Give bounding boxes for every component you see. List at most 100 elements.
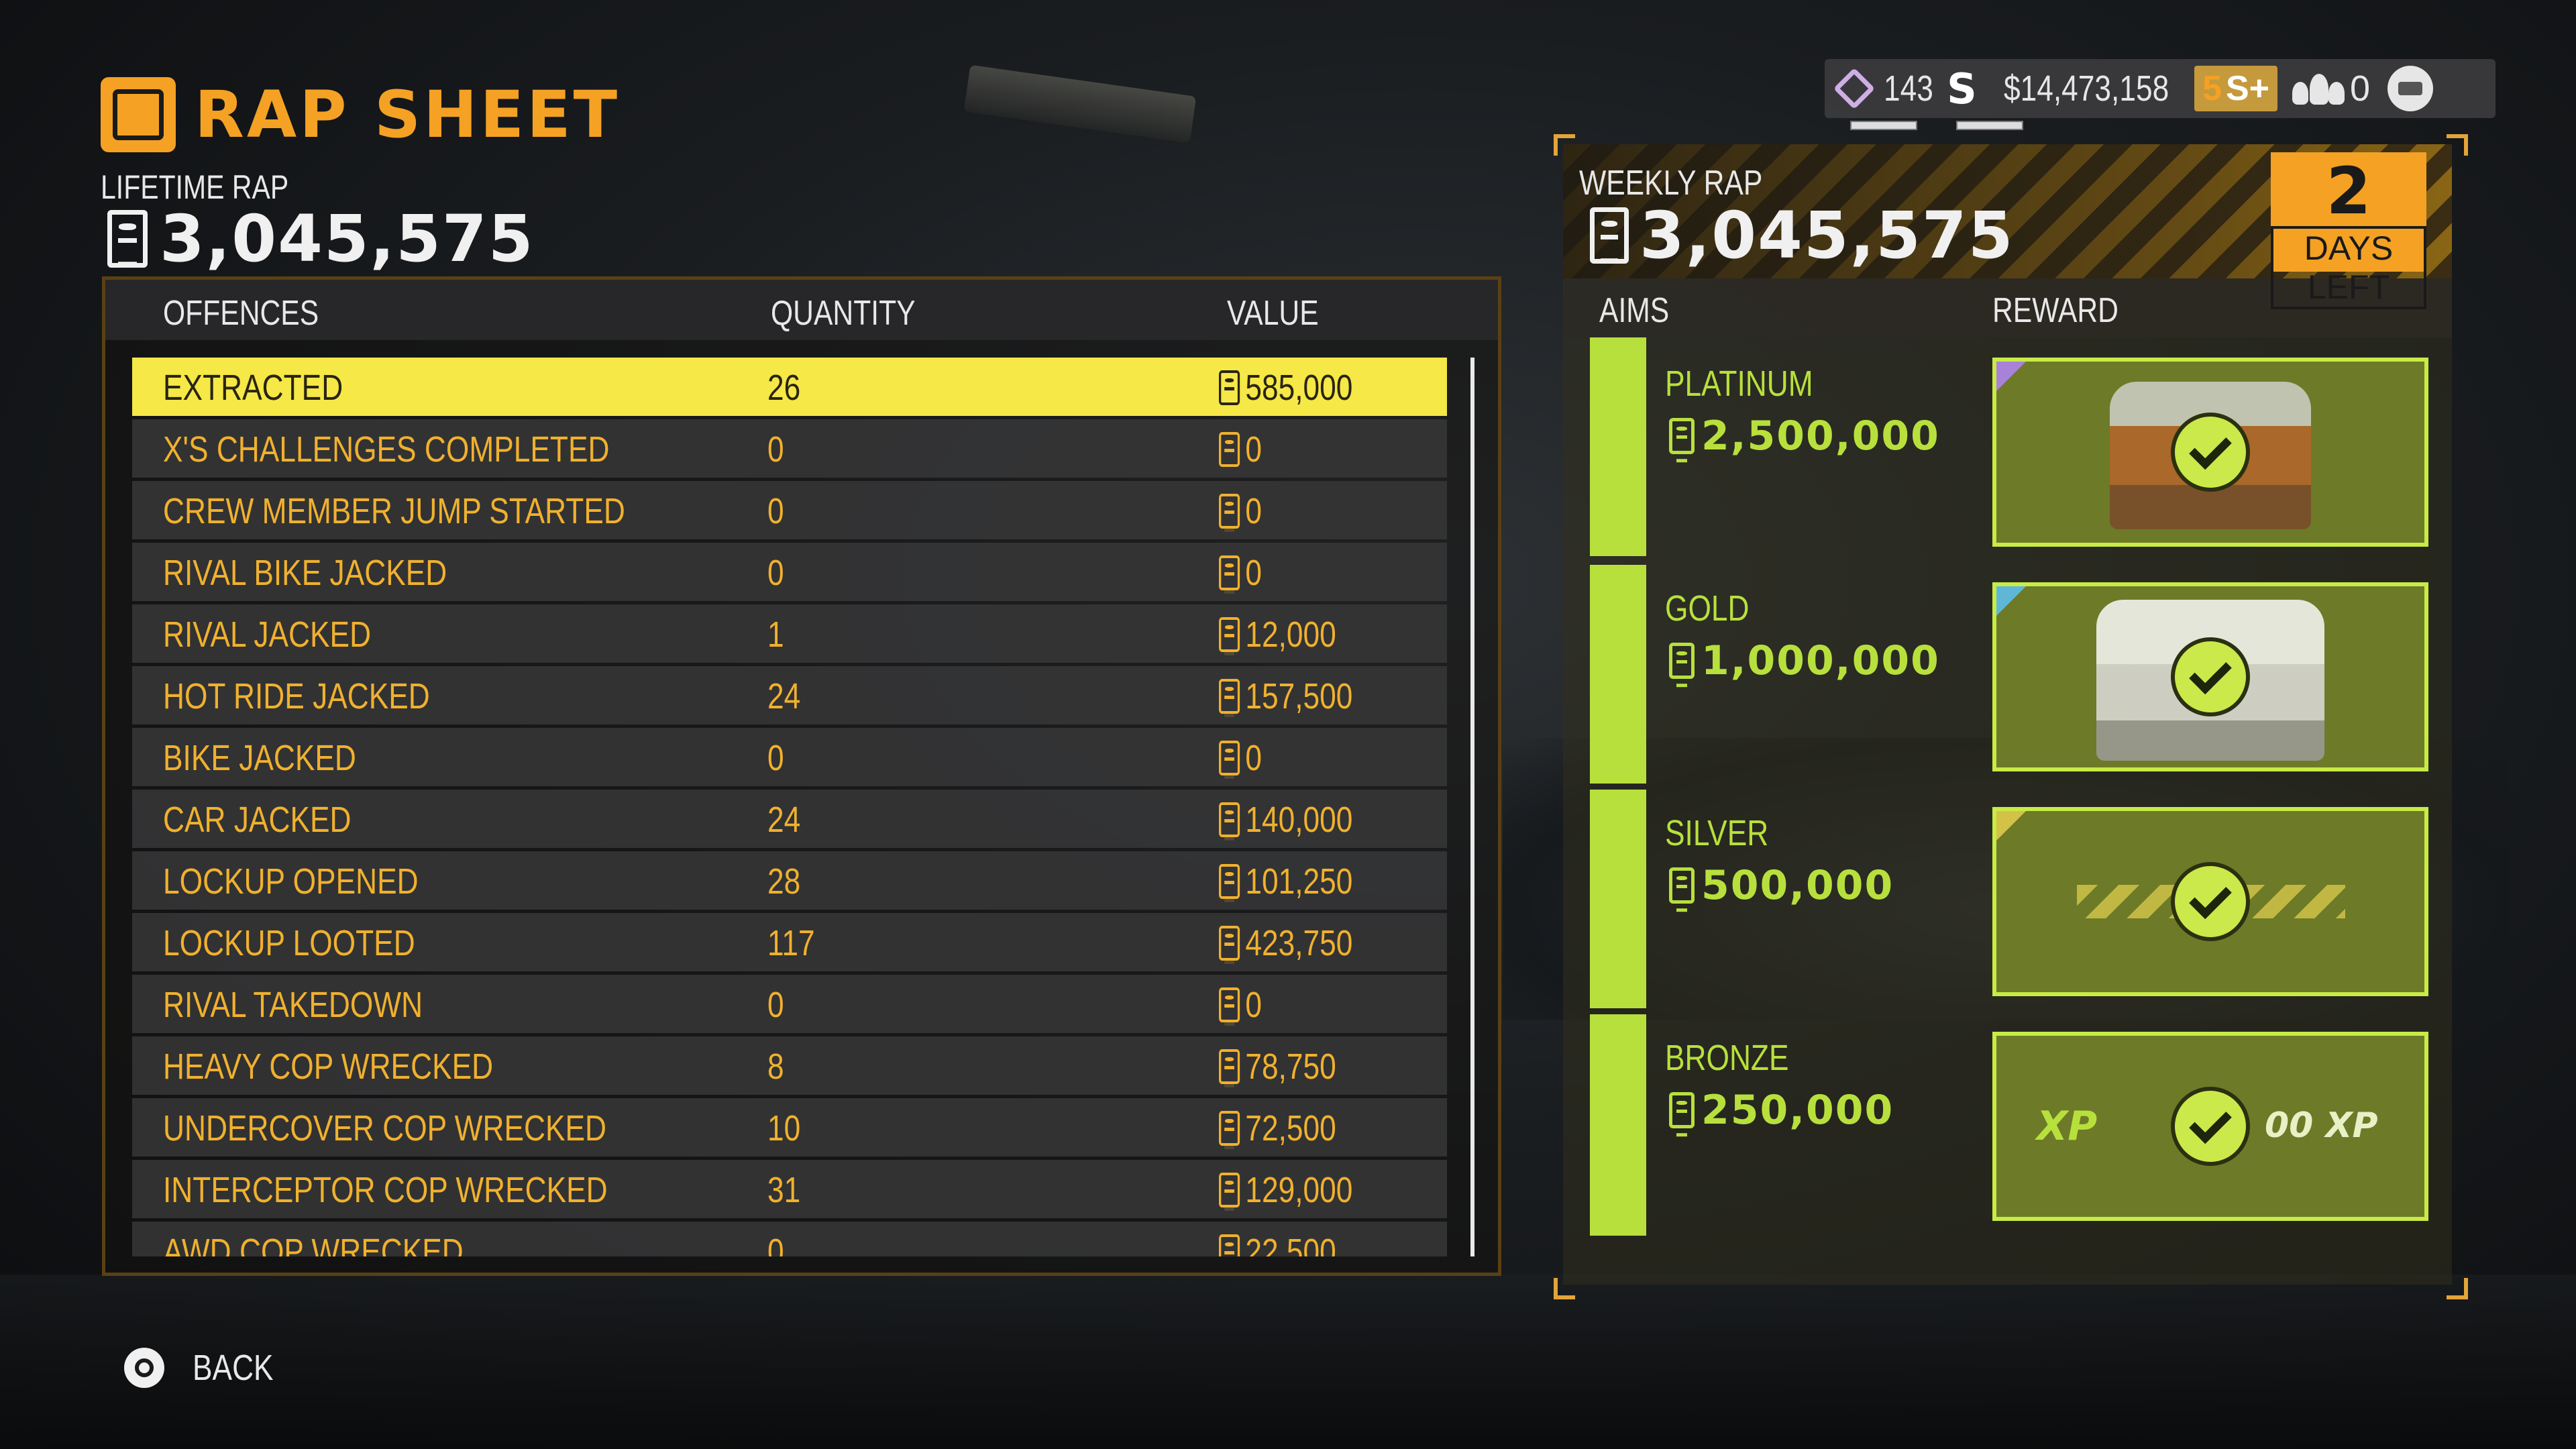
weekly-rap-number: 3,045,575 xyxy=(1640,198,2015,273)
offence-name: X'S CHALLENGES COMPLETED xyxy=(163,429,610,470)
offence-value: 22,500 xyxy=(1245,1232,1336,1256)
offence-name: CAR JACKED xyxy=(163,800,352,840)
offence-name: LOCKUP OPENED xyxy=(163,861,419,902)
level-rank: S+ xyxy=(2225,69,2270,108)
gems-counter: 143 xyxy=(1833,67,1944,110)
offence-value-cell: 140,000 xyxy=(1219,799,1352,841)
tier-name: BRONZE xyxy=(1665,1038,1789,1078)
offence-quantity: 28 xyxy=(767,861,801,902)
cash-counter: S $14,473,158 xyxy=(1947,64,2205,113)
rap-icon xyxy=(1219,494,1240,529)
tier-reward-card[interactable]: XP 00 XP xyxy=(1992,1032,2428,1221)
offences-column-header: OFFENCES xyxy=(163,294,319,333)
rap-icon xyxy=(1219,926,1240,961)
tier-reward-card[interactable] xyxy=(1992,358,2428,547)
rap-icon xyxy=(1219,1049,1240,1084)
offence-quantity: 0 xyxy=(767,553,784,593)
rarity-corner xyxy=(1996,811,2026,841)
checkmark-icon xyxy=(2171,862,2250,941)
offence-row[interactable]: HOT RIDE JACKED 24 157,500 xyxy=(132,666,1447,724)
offence-row[interactable]: LOCKUP OPENED 28 101,250 xyxy=(132,851,1447,910)
tier-reward-card[interactable] xyxy=(1992,582,2428,771)
offence-quantity: 24 xyxy=(767,676,801,716)
offence-value-cell: 12,000 xyxy=(1219,614,1336,655)
rarity-corner xyxy=(1996,586,2026,616)
offence-row[interactable]: RIVAL TAKEDOWN 0 0 xyxy=(132,975,1447,1033)
offence-quantity: 8 xyxy=(767,1046,784,1087)
offences-list[interactable]: EXTRACTED 26 585,000 X'S CHALLENGES COMPLET… xyxy=(132,358,1447,1256)
rap-icon xyxy=(1590,207,1629,264)
offence-row[interactable]: LOCKUP LOOTED 117 423,750 xyxy=(132,913,1447,971)
offence-row[interactable]: RIVAL JACKED 1 12,000 xyxy=(132,604,1447,663)
offence-row[interactable]: AWD COP WRECKED 0 22,500 xyxy=(132,1222,1447,1256)
offence-quantity: 0 xyxy=(767,738,784,778)
offence-name: RIVAL JACKED xyxy=(163,614,372,655)
level-value: 5 xyxy=(2202,69,2222,108)
days-left-number: 2 xyxy=(2326,154,2371,229)
back-button[interactable]: BACK xyxy=(124,1347,291,1389)
cash-underline xyxy=(1956,121,2023,130)
tier-progress-bar xyxy=(1590,337,1646,556)
offence-row[interactable]: HEAVY COP WRECKED 8 78,750 xyxy=(132,1036,1447,1095)
offence-value: 140,000 xyxy=(1245,800,1353,840)
offence-row[interactable]: UNDERCOVER COP WRECKED 10 72,500 xyxy=(132,1098,1447,1157)
offence-value: 157,500 xyxy=(1245,676,1353,716)
rap-icon xyxy=(1219,1173,1240,1208)
xp-badge-icon: XP xyxy=(2037,1103,2098,1150)
offence-quantity: 0 xyxy=(767,491,784,531)
offence-value: 0 xyxy=(1245,985,1262,1025)
offence-value: 12,000 xyxy=(1245,614,1336,655)
offence-value-cell: 157,500 xyxy=(1219,676,1352,717)
tier-name: GOLD xyxy=(1665,588,1750,629)
cash-value: $14,473,158 xyxy=(2003,68,2169,109)
offence-value-cell: 101,250 xyxy=(1219,861,1352,902)
offence-row[interactable]: EXTRACTED 26 585,000 xyxy=(132,358,1447,416)
offence-name: UNDERCOVER COP WRECKED xyxy=(163,1108,607,1148)
rap-icon xyxy=(1219,1234,1240,1256)
offence-value: 129,000 xyxy=(1245,1170,1353,1210)
lifetime-rap-value: 3,045,575 xyxy=(107,201,535,276)
checkmark-icon xyxy=(2171,637,2250,716)
tier-progress-bar xyxy=(1590,565,1646,784)
crew-value: 0 xyxy=(2350,68,2371,109)
offence-row[interactable]: RIVAL BIKE JACKED 0 0 xyxy=(132,543,1447,601)
offences-header: OFFENCES QUANTITY VALUE xyxy=(105,280,1498,340)
weekly-rap-label: WEEKLY RAP xyxy=(1579,164,1763,203)
rap-icon xyxy=(1219,370,1240,405)
tier-reward-card[interactable] xyxy=(1992,807,2428,996)
tier-name: SILVER xyxy=(1665,813,1769,853)
rap-icon xyxy=(1219,1111,1240,1146)
offence-quantity: 0 xyxy=(767,985,784,1025)
reward-column-header: REWARD xyxy=(1992,291,2118,330)
offence-value: 78,750 xyxy=(1245,1046,1336,1087)
offence-name: AWD COP WRECKED xyxy=(163,1232,464,1256)
menu-button-icon[interactable] xyxy=(2387,66,2434,111)
quantity-column-header: QUANTITY xyxy=(771,294,916,333)
offence-value: 585,000 xyxy=(1245,368,1353,408)
offence-quantity: 0 xyxy=(767,429,784,470)
offence-value-cell: 423,750 xyxy=(1219,922,1352,964)
aims-column-header: AIMS xyxy=(1599,291,1670,330)
rap-icon xyxy=(1669,643,1695,679)
offence-value-cell: 0 xyxy=(1219,552,1262,594)
rap-icon xyxy=(1219,432,1240,467)
weekly-rap-panel: WEEKLY RAP 3,045,575 2 DAYS LEFT AIMS RE… xyxy=(1563,144,2452,1285)
offence-row[interactable]: CAR JACKED 24 140,000 xyxy=(132,790,1447,848)
offence-value-cell: 0 xyxy=(1219,984,1262,1026)
rap-icon xyxy=(1219,555,1240,590)
offence-row[interactable]: X'S CHALLENGES COMPLETED 0 0 xyxy=(132,419,1447,478)
offence-value: 423,750 xyxy=(1245,923,1353,963)
offences-scrollbar[interactable] xyxy=(1470,358,1474,1256)
offence-value: 0 xyxy=(1245,738,1262,778)
offence-row[interactable]: BIKE JACKED 0 0 xyxy=(132,728,1447,786)
gem-icon xyxy=(1833,67,1876,110)
currency-icon: S xyxy=(1947,64,1977,113)
rap-icon xyxy=(1219,987,1240,1022)
offence-value-cell: 72,500 xyxy=(1219,1108,1336,1149)
offence-value-cell: 0 xyxy=(1219,429,1262,470)
offence-row[interactable]: CREW MEMBER JUMP STARTED 0 0 xyxy=(132,481,1447,539)
corner-bracket xyxy=(1554,1278,1575,1299)
offence-row[interactable]: INTERCEPTOR COP WRECKED 31 129,000 xyxy=(132,1160,1447,1218)
offence-quantity: 1 xyxy=(767,614,784,655)
circle-button-icon xyxy=(124,1348,164,1388)
